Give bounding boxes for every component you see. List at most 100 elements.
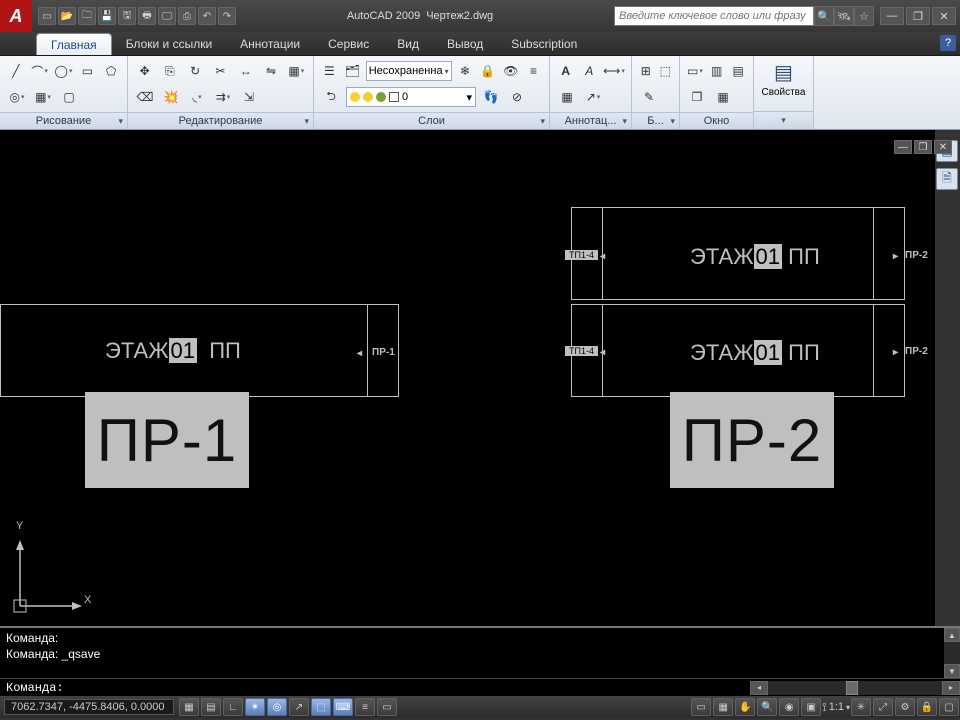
- command-prompt[interactable]: Команда:: [0, 681, 750, 695]
- zoom-button[interactable]: 🔍: [757, 698, 777, 716]
- ellipse-icon[interactable]: ◎▾: [6, 86, 28, 108]
- lwt-toggle[interactable]: ≡: [355, 698, 375, 716]
- window-minimize-button[interactable]: —: [880, 7, 904, 25]
- search-button[interactable]: 🔍: [814, 6, 834, 26]
- app-menu-button[interactable]: A: [0, 0, 32, 32]
- search-input[interactable]: [614, 6, 814, 26]
- layer-props-icon[interactable]: ☰: [320, 60, 339, 82]
- tab-annotations[interactable]: Аннотации: [226, 33, 314, 55]
- layer-match-icon[interactable]: ≡: [524, 60, 543, 82]
- layer-prev-icon[interactable]: ⮌: [320, 86, 342, 108]
- command-text[interactable]: Команда: Команда: _qsave: [0, 628, 944, 678]
- grid-toggle[interactable]: ▤: [201, 698, 221, 716]
- layout-quickview-icon[interactable]: ▦: [713, 698, 733, 716]
- arc-icon[interactable]: ⌒▾: [30, 60, 50, 82]
- layer-off-icon[interactable]: ⊘: [506, 86, 528, 108]
- mtext-icon[interactable]: A: [556, 60, 576, 82]
- cmd-scroll-down-button[interactable]: ▼: [944, 664, 960, 678]
- layer-isolate-icon[interactable]: 👁: [501, 60, 520, 82]
- offset-icon[interactable]: ⇉▾: [212, 86, 234, 108]
- hscroll-right-button[interactable]: ▸: [942, 681, 960, 695]
- clean-screen-icon[interactable]: ▢: [939, 698, 959, 716]
- cmd-scroll-track[interactable]: [944, 642, 960, 664]
- qat-preview-icon[interactable]: 🖵: [158, 7, 176, 25]
- tab-view[interactable]: Вид: [383, 33, 433, 55]
- copy-icon[interactable]: ⎘: [159, 60, 180, 82]
- qat-redo-icon[interactable]: ↷: [218, 7, 236, 25]
- block-edit-icon[interactable]: ✎: [638, 86, 660, 108]
- workspace-switch-icon[interactable]: ⚙: [895, 698, 915, 716]
- doc-restore-button[interactable]: ❐: [914, 140, 932, 154]
- pan-button[interactable]: ✋: [735, 698, 755, 716]
- qp-toggle[interactable]: ▭: [377, 698, 397, 716]
- block-create-icon[interactable]: ⬚: [658, 60, 674, 82]
- tile-h-icon[interactable]: ▥: [708, 60, 726, 82]
- qat-plot-icon[interactable]: 🖶: [138, 7, 156, 25]
- anno-visibility-icon[interactable]: ✳: [851, 698, 871, 716]
- sheet-set-icon[interactable]: 🗎: [936, 168, 958, 190]
- block-insert-icon[interactable]: ⊞: [638, 60, 654, 82]
- polygon-icon[interactable]: ⬠: [101, 60, 121, 82]
- qat-open-icon[interactable]: 📂: [58, 7, 76, 25]
- polar-toggle[interactable]: ✶: [245, 698, 265, 716]
- ducs-toggle[interactable]: ⬚: [311, 698, 331, 716]
- leader-icon[interactable]: ↗▾: [582, 86, 604, 108]
- window-close-button[interactable]: ✕: [932, 7, 956, 25]
- osnap-toggle[interactable]: ◎: [267, 698, 287, 716]
- panel-expand-icon[interactable]: ▾: [118, 116, 123, 127]
- move-icon[interactable]: ✥: [134, 60, 155, 82]
- comm-center-icon[interactable]: 🛰: [834, 6, 854, 26]
- layer-state-combo[interactable]: Несохраненна▾: [366, 61, 452, 81]
- dimension-icon[interactable]: ⟷▾: [603, 60, 625, 82]
- tab-home[interactable]: Главная: [36, 33, 112, 55]
- otrack-toggle[interactable]: ↗: [289, 698, 309, 716]
- panel-expand-icon[interactable]: ▾: [622, 116, 627, 127]
- toolbar-lock-icon[interactable]: 🔒: [917, 698, 937, 716]
- extend-icon[interactable]: ↔: [235, 60, 256, 82]
- trim-icon[interactable]: ✂: [210, 60, 231, 82]
- tab-subscription[interactable]: Subscription: [497, 33, 591, 55]
- explode-icon[interactable]: 💥: [160, 86, 182, 108]
- hscroll-thumb[interactable]: [846, 681, 858, 695]
- doc-minimize-button[interactable]: —: [894, 140, 912, 154]
- arrange-icon[interactable]: ▦: [712, 86, 734, 108]
- properties-button[interactable]: ▤ Свойства: [758, 58, 810, 99]
- cmd-scroll-up-button[interactable]: ▲: [944, 628, 960, 642]
- qat-new-icon[interactable]: ▭: [38, 7, 56, 25]
- rotate-icon[interactable]: ↻: [185, 60, 206, 82]
- qat-undo-icon[interactable]: ↶: [198, 7, 216, 25]
- showmotion-icon[interactable]: ▣: [801, 698, 821, 716]
- current-layer-combo[interactable]: 0 ▾: [346, 87, 476, 107]
- hscroll-left-button[interactable]: ◂: [750, 681, 768, 695]
- h-scrollbar[interactable]: ◂ ▸: [750, 681, 960, 695]
- panel-expand-icon[interactable]: ▾: [540, 116, 545, 127]
- doc-close-button[interactable]: ✕: [934, 140, 952, 154]
- array-icon[interactable]: ▦▾: [286, 60, 307, 82]
- qat-folder-icon[interactable]: 🗀: [78, 7, 96, 25]
- snap-toggle[interactable]: ▦: [179, 698, 199, 716]
- panel-expand-icon[interactable]: ▾: [670, 116, 675, 127]
- qat-saveall-icon[interactable]: 🖫: [118, 7, 136, 25]
- qat-save-icon[interactable]: 💾: [98, 7, 116, 25]
- circle-icon[interactable]: ◯▾: [54, 60, 74, 82]
- steering-wheel-icon[interactable]: ◉: [779, 698, 799, 716]
- fillet-icon[interactable]: ◟▾: [186, 86, 208, 108]
- layer-walk-icon[interactable]: 👣: [480, 86, 502, 108]
- hatch-icon[interactable]: ▦▾: [32, 86, 54, 108]
- tab-output[interactable]: Вывод: [433, 33, 497, 55]
- viewport-icon[interactable]: ▭▾: [686, 60, 704, 82]
- dyn-toggle[interactable]: ⌨: [333, 698, 353, 716]
- stretch-icon[interactable]: ⇲: [238, 86, 260, 108]
- ortho-toggle[interactable]: ∟: [223, 698, 243, 716]
- help-button[interactable]: ?: [940, 35, 956, 51]
- coords-readout[interactable]: 7062.7347, -4475.8406, 0.0000: [4, 699, 174, 715]
- annotation-scale[interactable]: ⟟ 1:1 ▾: [822, 700, 850, 715]
- layer-freeze-icon[interactable]: ❄: [456, 60, 475, 82]
- line-icon[interactable]: ╱: [6, 60, 26, 82]
- tab-service[interactable]: Сервис: [314, 33, 383, 55]
- erase-icon[interactable]: ⌫: [134, 86, 156, 108]
- tab-blocks[interactable]: Блоки и ссылки: [112, 33, 226, 55]
- layer-states-icon[interactable]: 🗂: [343, 60, 362, 82]
- anno-autoscale-icon[interactable]: ⤢: [873, 698, 893, 716]
- cascade-icon[interactable]: ❐: [686, 86, 708, 108]
